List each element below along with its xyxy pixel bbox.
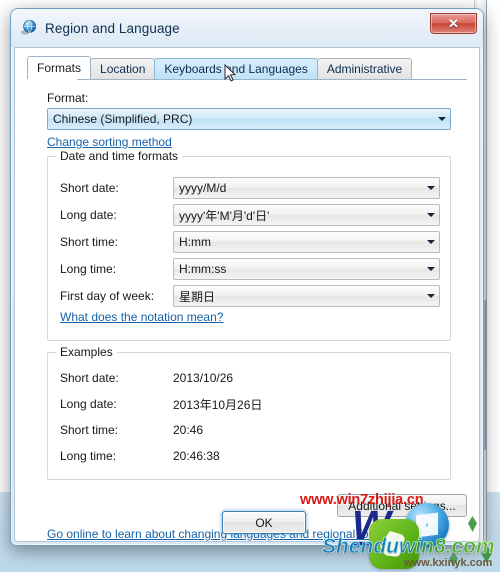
ok-button[interactable]: OK	[222, 511, 306, 534]
globe-icon	[20, 19, 38, 37]
example-short-time-label: Short time:	[60, 423, 119, 437]
first-day-of-week-dropdown[interactable]: 星期日	[173, 285, 440, 307]
tab-keyboards-and-languages-label: Keyboards and Languages	[164, 62, 308, 76]
chevron-down-icon	[422, 178, 439, 198]
tab-location-label: Location	[100, 62, 146, 76]
tab-administrative[interactable]: Administrative	[316, 58, 413, 79]
ok-button-label: OK	[255, 515, 273, 530]
example-short-date-value: 2013/10/26	[173, 371, 234, 385]
row-short-date: Short date: yyyy/M/d	[60, 177, 440, 199]
example-long-time-label: Long time:	[60, 449, 117, 463]
row-first-day-of-week: First day of week: 星期日	[60, 285, 440, 307]
change-sorting-method-link[interactable]: Change sorting method	[47, 135, 172, 149]
long-date-label: Long date:	[60, 208, 117, 222]
title-bar[interactable]: Region and Language ✕	[11, 9, 483, 47]
example-long-date-value: 2013年10月26日	[173, 397, 263, 412]
short-date-dropdown[interactable]: yyyy/M/d	[173, 177, 440, 199]
tab-formats[interactable]: Formats	[27, 56, 92, 79]
first-day-of-week-value: 星期日	[179, 289, 216, 304]
row-long-date: Long date: yyyy'年'M'月'd'日'	[60, 204, 440, 226]
window-title: Region and Language	[45, 20, 180, 36]
format-combobox[interactable]: Chinese (Simplified, PRC)	[47, 108, 451, 130]
short-time-value: H:mm	[179, 235, 211, 249]
tab-keyboards-and-languages[interactable]: Keyboards and Languages	[154, 58, 318, 79]
long-date-value: yyyy'年'M'月'd'日'	[179, 208, 270, 223]
date-and-time-formats-group: Date and time formats Short date: yyyy/M…	[47, 149, 451, 341]
first-day-of-week-label: First day of week:	[60, 289, 155, 303]
chevron-down-icon	[422, 286, 439, 306]
tab-content-divider	[27, 78, 467, 80]
long-time-value: H:mm:ss	[179, 262, 227, 276]
tab-location[interactable]: Location	[90, 58, 156, 79]
watermark-brand-text: Shenduwin8.com	[322, 535, 495, 558]
row-short-time: Short time: H:mm	[60, 231, 440, 253]
long-time-dropdown[interactable]: H:mm:ss	[173, 258, 440, 280]
examples-title: Examples	[56, 345, 117, 359]
close-icon: ✕	[448, 16, 459, 31]
short-time-dropdown[interactable]: H:mm	[173, 231, 440, 253]
dialog-client-area: Formats Location Keyboards and Languages…	[14, 47, 480, 542]
short-time-label: Short time:	[60, 235, 119, 249]
short-date-label: Short date:	[60, 181, 119, 195]
example-row-long-date: Long date: 2013年10月26日	[60, 395, 440, 413]
format-label: Format:	[47, 91, 89, 105]
date-and-time-formats-title: Date and time formats	[56, 149, 183, 163]
chevron-down-icon	[422, 232, 439, 252]
chevron-down-icon	[422, 259, 439, 279]
format-combobox-value: Chinese (Simplified, PRC)	[53, 112, 193, 126]
chevron-down-icon	[422, 205, 439, 225]
chevron-down-icon	[433, 109, 450, 129]
long-date-dropdown[interactable]: yyyy'年'M'月'd'日'	[173, 204, 440, 226]
tab-administrative-label: Administrative	[326, 62, 403, 76]
close-button[interactable]: ✕	[430, 13, 477, 34]
watermark-url-bottom: www.kxinyk.com	[404, 557, 493, 569]
tab-formats-label: Formats	[37, 61, 82, 75]
example-short-date-label: Short date:	[60, 371, 119, 385]
long-time-label: Long time:	[60, 262, 117, 276]
row-long-time: Long time: H:mm:ss	[60, 258, 440, 280]
example-row-short-time: Short time: 20:46	[60, 421, 440, 439]
short-date-value: yyyy/M/d	[179, 181, 227, 195]
example-short-time-value: 20:46	[173, 423, 204, 437]
example-row-long-time: Long time: 20:46:38	[60, 447, 440, 465]
what-does-the-notation-mean-link[interactable]: What does the notation mean?	[60, 310, 223, 324]
examples-group: Examples Short date: 2013/10/26 Long dat…	[47, 345, 451, 480]
example-row-short-date: Short date: 2013/10/26	[60, 369, 440, 387]
region-and-language-dialog: Region and Language ✕ Formats Location K…	[10, 8, 484, 546]
example-long-date-label: Long date:	[60, 397, 117, 411]
example-long-time-value: 20:46:38	[173, 449, 220, 463]
tab-strip: Formats Location Keyboards and Languages…	[27, 56, 467, 79]
